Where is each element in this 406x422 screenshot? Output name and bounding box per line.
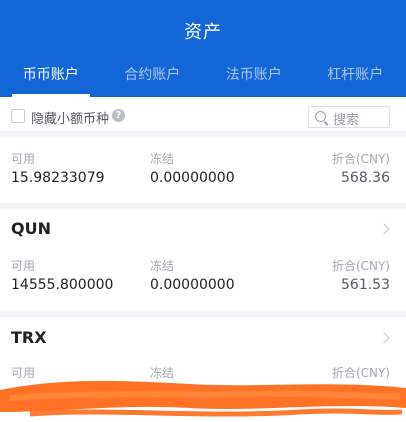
chevron-right-icon [378,332,390,344]
chevron-right-icon [378,223,390,235]
search-input[interactable]: 搜索 [308,106,390,128]
help-icon[interactable]: ? [112,109,125,122]
frozen-label: 冻结 [150,259,175,273]
available-value: 14555.800000 [11,277,114,293]
account-tabs: 币币账户 合约账户 法币账户 杠杆账户 [0,62,406,97]
tab-spot-account[interactable]: 币币账户 [0,62,102,97]
tab-contract-account[interactable]: 合约账户 [102,62,204,97]
converted-value: 568.36 [341,170,390,186]
search-icon [315,111,326,122]
asset-row[interactable]: 可用 冻结 折合(CNY) 15.98233079 0.00000000 568… [0,143,406,203]
frozen-value: 0.00000000 [150,170,235,186]
search-placeholder: 搜索 [333,113,360,128]
frozen-value: 0.00000000 [150,277,235,293]
tab-margin-account[interactable]: 杠杆账户 [305,62,406,97]
frozen-label: 冻结 [150,152,175,166]
tab-fiat-account[interactable]: 法币账户 [203,62,305,97]
available-label: 可用 [11,259,36,273]
converted-value: 561.53 [341,277,390,293]
converted-label: 折合(CNY) [331,152,390,166]
converted-label: 折合(CNY) [331,259,390,273]
hide-small-label[interactable]: 隐藏小额币种 [31,108,109,127]
available-label: 可用 [11,152,36,166]
page-title: 资产 [184,22,222,43]
asset-name: TRX [11,328,47,347]
hide-small-checkbox[interactable] [11,109,25,123]
redaction-scribble [0,380,406,417]
available-value: 15.98233079 [11,170,105,186]
asset-row[interactable]: QUN 可用 冻结 折合(CNY) 14555.800000 0.0000000… [0,209,406,311]
asset-name: QUN [11,219,51,238]
app-header: 资产 币币账户 合约账户 法币账户 杠杆账户 [0,0,406,97]
